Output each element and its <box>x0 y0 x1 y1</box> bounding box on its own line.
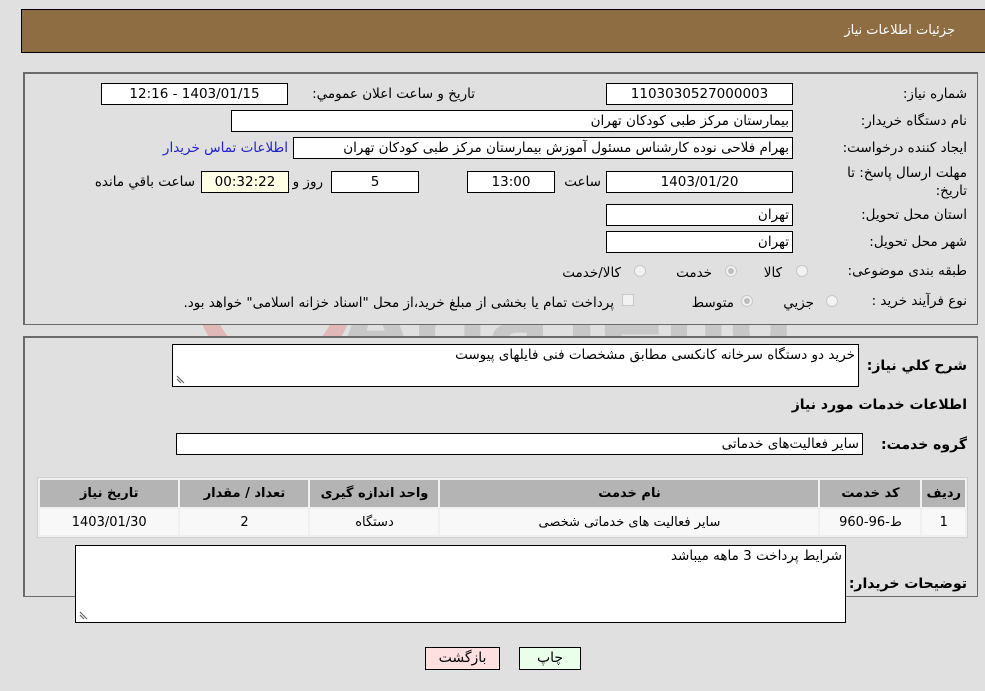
deadline-date-field: 1403/01/20 <box>606 171 793 193</box>
cell-quantity: 2 <box>180 509 309 535</box>
col-quantity: تعداد / مقدار <box>180 480 309 507</box>
creator-label: ایجاد کننده درخواست: <box>842 140 967 156</box>
deadline-time-field: 13:00 <box>467 171 555 193</box>
description-label: شرح کلي نیاز: <box>866 358 967 374</box>
col-service-code: کد خدمت <box>820 480 921 507</box>
buyer-org-field: بیمارستان مرکز طبی کودکان تهران <box>231 110 793 132</box>
services-heading: اطلاعات خدمات مورد نیاز <box>791 397 967 413</box>
province-label: استان محل تحویل: <box>861 207 967 223</box>
cell-unit: دستگاه <box>310 509 439 535</box>
city-field: تهران <box>606 231 793 253</box>
need-number-label: شماره نیاز: <box>902 86 967 102</box>
category-radio-goods-service[interactable] <box>634 265 646 277</box>
buyer-notes-textarea[interactable]: شرایط پرداخت 3 ماهه میباشد <box>75 545 846 623</box>
col-need-date: تاریخ نیاز <box>40 480 179 507</box>
buyer-contact-link[interactable]: اطلاعات تماس خریدار <box>163 140 288 156</box>
table-header-row: ردیف کد خدمت نام خدمت واحد اندازه گیری ت… <box>40 480 965 507</box>
description-textarea[interactable]: خرید دو دستگاه سرخانه کانکسی مطابق مشخصا… <box>172 344 859 387</box>
deadline-time-label: ساعت <box>564 174 601 190</box>
cell-row-number: 1 <box>922 509 965 535</box>
deadline-label: مهلت ارسال پاسخ: تا تاریخ: <box>847 165 967 199</box>
days-label: روز و <box>292 174 323 190</box>
treasury-checkbox[interactable] <box>622 294 634 306</box>
services-table: ردیف کد خدمت نام خدمت واحد اندازه گیری ت… <box>37 477 968 538</box>
category-goods-service-label: کالا/خدمت <box>562 265 621 281</box>
cell-service-code: ط-96-960 <box>820 509 921 535</box>
page-header: جزئیات اطلاعات نیاز <box>21 9 985 53</box>
print-button[interactable]: چاپ <box>519 647 581 670</box>
buyer-org-label: نام دستگاه خریدار: <box>860 113 967 129</box>
description-text: خرید دو دستگاه سرخانه کانکسی مطابق مشخصا… <box>455 347 855 363</box>
city-label: شهر محل تحویل: <box>869 234 967 250</box>
category-label: طبقه بندی موضوعی: <box>847 263 967 279</box>
service-group-field: سایر فعالیت‌های خدماتی <box>176 433 863 455</box>
remaining-label: ساعت باقي مانده <box>94 174 195 190</box>
page-title: جزئیات اطلاعات نیاز <box>844 23 955 38</box>
resize-grip-icon[interactable] <box>175 374 185 384</box>
process-radio-medium[interactable] <box>741 295 753 307</box>
days-remaining-field: 5 <box>331 171 419 193</box>
col-service-name: نام خدمت <box>440 480 819 507</box>
announce-field: 1403/01/15 - 12:16 <box>101 83 288 105</box>
cell-service-name: سایر فعالیت های خدماتی شخصی <box>440 509 819 535</box>
buyer-notes-text: شرایط پرداخت 3 ماهه میباشد <box>670 548 842 564</box>
category-radio-goods[interactable] <box>796 265 808 277</box>
col-row-number: ردیف <box>922 480 965 507</box>
category-radio-service[interactable] <box>725 265 737 277</box>
process-radio-minor[interactable] <box>826 295 838 307</box>
treasury-note: پرداخت تمام یا بخشی از مبلغ خرید،از محل … <box>183 295 614 311</box>
category-goods-label: کالا <box>763 265 782 281</box>
announce-label: تاریخ و ساعت اعلان عمومي: <box>312 86 475 102</box>
process-medium-label: متوسط <box>691 295 734 311</box>
process-minor-label: جزيي <box>783 295 814 311</box>
category-service-label: خدمت <box>676 265 712 281</box>
table-row: 1 ط-96-960 سایر فعالیت های خدماتی شخصی د… <box>40 509 965 535</box>
need-number-field: 1103030527000003 <box>606 83 793 105</box>
resize-grip-icon[interactable] <box>78 610 88 620</box>
buyer-notes-label: توضیحات خریدار: <box>848 576 967 592</box>
back-button[interactable]: بازگشت <box>425 647 500 670</box>
remaining-time-field: 00:32:22 <box>201 171 289 193</box>
col-unit: واحد اندازه گیری <box>310 480 439 507</box>
cell-need-date: 1403/01/30 <box>40 509 179 535</box>
process-label: نوع فرآیند خرید : <box>871 293 967 309</box>
province-field: تهران <box>606 204 793 226</box>
creator-field: بهرام فلاحی نوده کارشناس مسئول آموزش بیم… <box>293 137 793 159</box>
service-group-label: گروه خدمت: <box>881 437 967 453</box>
